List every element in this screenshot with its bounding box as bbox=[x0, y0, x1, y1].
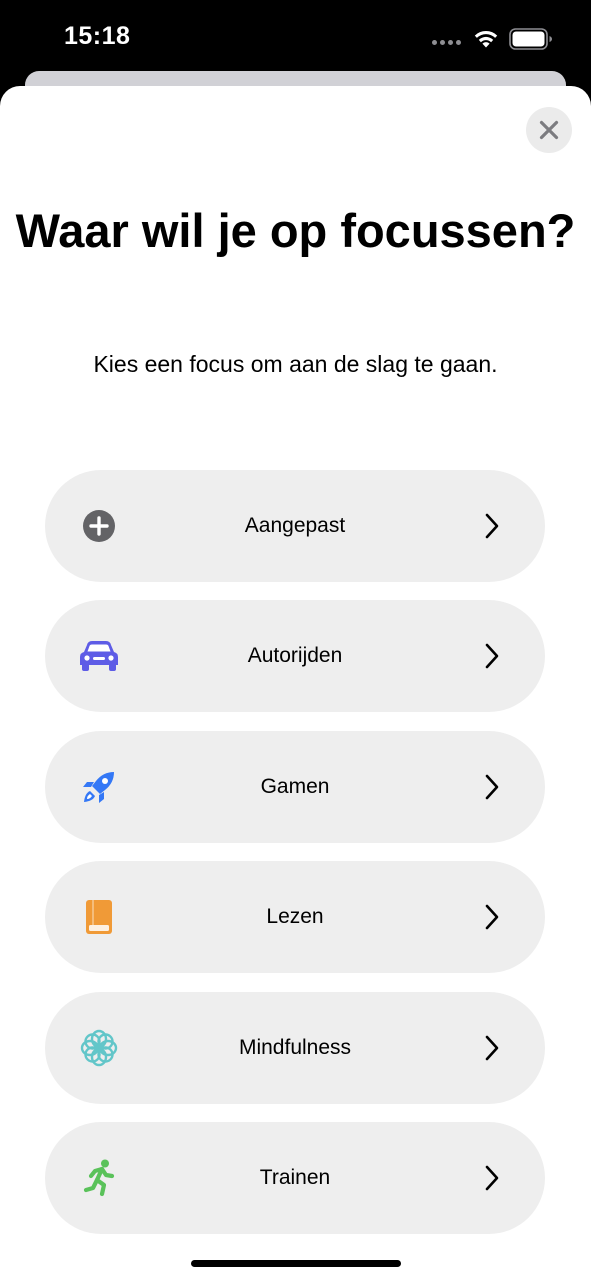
wifi-icon bbox=[474, 30, 498, 48]
page-subtitle: Kies een focus om aan de slag te gaan. bbox=[93, 351, 498, 377]
chevron-right-icon bbox=[485, 1035, 499, 1060]
focus-option-mindfulness[interactable]: Mindfulness bbox=[45, 991, 545, 1104]
chevron-right-icon bbox=[485, 513, 499, 539]
focus-option-gamen[interactable]: Gamen bbox=[45, 730, 545, 843]
chevron-right-icon bbox=[485, 774, 499, 800]
focus-option-label: Gamen bbox=[260, 774, 330, 798]
chevron-right-icon bbox=[485, 1165, 499, 1191]
focus-option-label: Aangepast bbox=[244, 514, 346, 537]
status-time: 15:18 bbox=[64, 22, 131, 50]
home-indicator bbox=[191, 1260, 401, 1267]
chevron-right-icon bbox=[485, 904, 499, 930]
battery-icon bbox=[509, 28, 552, 50]
focus-option-label: Autorijden bbox=[247, 644, 343, 668]
status-bar: 15:18 bbox=[0, 0, 591, 80]
focus-option-aangepast[interactable]: Aangepast bbox=[45, 470, 545, 582]
page-title: Waar wil je op focussen? bbox=[15, 204, 576, 257]
focus-option-trainen[interactable]: Trainen bbox=[45, 1121, 545, 1234]
close-button[interactable] bbox=[526, 107, 572, 153]
focus-option-label: Lezen bbox=[266, 905, 324, 929]
focus-option-label: Trainen bbox=[259, 1165, 331, 1189]
focus-option-lezen[interactable]: Lezen bbox=[45, 861, 545, 974]
focus-option-list: Aangepast Autorijden Gamen Lezen Mindful… bbox=[45, 470, 545, 1252]
cellular-signal-icon bbox=[432, 40, 461, 45]
chevron-right-icon bbox=[485, 644, 499, 669]
close-icon bbox=[539, 120, 559, 140]
focus-option-label: Mindfulness bbox=[238, 1035, 352, 1059]
focus-option-autorijden[interactable]: Autorijden bbox=[45, 600, 545, 713]
